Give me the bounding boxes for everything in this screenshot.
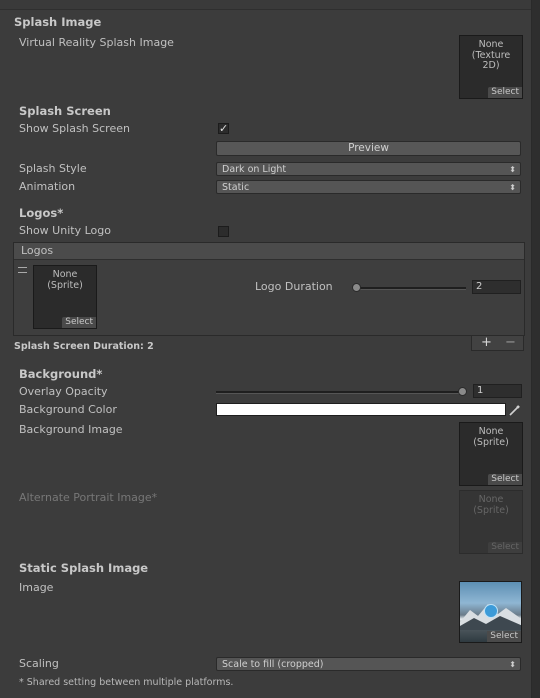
logo-item-field[interactable]: None (Sprite) Select	[33, 265, 97, 329]
logo-duration-label: Logo Duration	[255, 280, 333, 293]
alternate-portrait-label: Alternate Portrait Image*	[19, 491, 158, 504]
overlay-opacity-slider-track[interactable]	[216, 391, 464, 394]
check-icon: ✓	[219, 122, 229, 135]
splash-style-label: Splash Style	[19, 162, 87, 175]
shared-setting-footnote: * Shared setting between multiple platfo…	[19, 677, 234, 688]
section-splash-screen: Splash Screen	[19, 104, 111, 118]
overlay-opacity-label: Overlay Opacity	[19, 385, 108, 398]
logos-list-footer: + −	[471, 335, 524, 351]
static-image-thumbnail[interactable]: Select	[459, 581, 522, 643]
animation-dropdown[interactable]: Static ⬍	[216, 180, 521, 194]
logos-list-header: Logos	[14, 243, 524, 260]
top-divider	[0, 0, 531, 10]
section-static-splash: Static Splash Image	[19, 561, 149, 575]
logo-item-field-text: None (Sprite)	[47, 269, 83, 291]
vr-splash-label: Virtual Reality Splash Image	[19, 36, 174, 49]
scaling-dropdown[interactable]: Scale to fill (cropped) ⬍	[216, 657, 521, 671]
add-logo-button[interactable]: +	[481, 335, 492, 350]
updown-arrows-icon: ⬍	[509, 660, 516, 669]
section-logos: Logos*	[19, 206, 64, 220]
splash-style-dropdown[interactable]: Dark on Light ⬍	[216, 162, 521, 176]
scaling-value: Scale to fill (cropped)	[222, 659, 324, 670]
section-splash-image: Splash Image	[14, 15, 102, 29]
vertical-scrollbar[interactable]	[532, 0, 540, 698]
background-image-label: Background Image	[19, 423, 123, 436]
scaling-label: Scaling	[19, 657, 59, 670]
background-image-select-button[interactable]: Select	[488, 474, 522, 485]
show-splash-label: Show Splash Screen	[19, 122, 130, 135]
animation-label: Animation	[19, 180, 76, 193]
logo-duration-input[interactable]: 2	[472, 280, 521, 294]
background-image-field[interactable]: None (Sprite) Select	[459, 422, 523, 486]
animation-value: Static	[222, 182, 250, 193]
eyedropper-icon[interactable]	[508, 403, 522, 417]
alternate-portrait-select-button: Select	[488, 542, 522, 553]
unity-logo-icon	[484, 604, 498, 618]
splash-style-value: Dark on Light	[222, 164, 287, 175]
overlay-opacity-slider-thumb[interactable]	[458, 387, 467, 396]
preview-button[interactable]: Preview	[216, 141, 521, 156]
remove-logo-button[interactable]: −	[505, 335, 516, 350]
updown-arrows-icon: ⬍	[509, 165, 516, 174]
vr-splash-field-text: None (Texture 2D)	[471, 39, 511, 71]
updown-arrows-icon: ⬍	[509, 183, 516, 192]
show-unity-logo-checkbox[interactable]	[218, 226, 229, 237]
overlay-opacity-input[interactable]: 1	[473, 384, 522, 398]
show-splash-checkbox[interactable]: ✓	[218, 123, 229, 134]
drag-handle-icon[interactable]	[18, 267, 27, 273]
logo-item-select-button[interactable]: Select	[62, 317, 96, 328]
vr-splash-select-button[interactable]: Select	[488, 87, 522, 98]
inspector-panel: Splash Image Virtual Reality Splash Imag…	[0, 0, 532, 698]
logos-list-header-label: Logos	[21, 244, 54, 257]
background-color-field[interactable]	[216, 403, 506, 416]
logo-duration-slider-track[interactable]	[356, 287, 466, 290]
show-unity-logo-label: Show Unity Logo	[19, 224, 111, 237]
logo-duration-slider-thumb[interactable]	[352, 283, 361, 292]
background-image-field-text: None (Sprite)	[473, 426, 509, 448]
splash-duration-text: Splash Screen Duration: 2	[14, 341, 154, 352]
vr-splash-field[interactable]: None (Texture 2D) Select	[459, 35, 523, 99]
alternate-portrait-field: None (Sprite) Select	[459, 490, 523, 554]
alternate-portrait-field-text: None (Sprite)	[473, 494, 509, 516]
section-background: Background*	[19, 367, 103, 381]
background-color-label: Background Color	[19, 403, 117, 416]
logos-list: Logos None (Sprite) Select Logo Duration…	[13, 242, 525, 336]
static-image-label: Image	[19, 581, 54, 594]
static-image-select-button[interactable]: Select	[487, 631, 521, 642]
